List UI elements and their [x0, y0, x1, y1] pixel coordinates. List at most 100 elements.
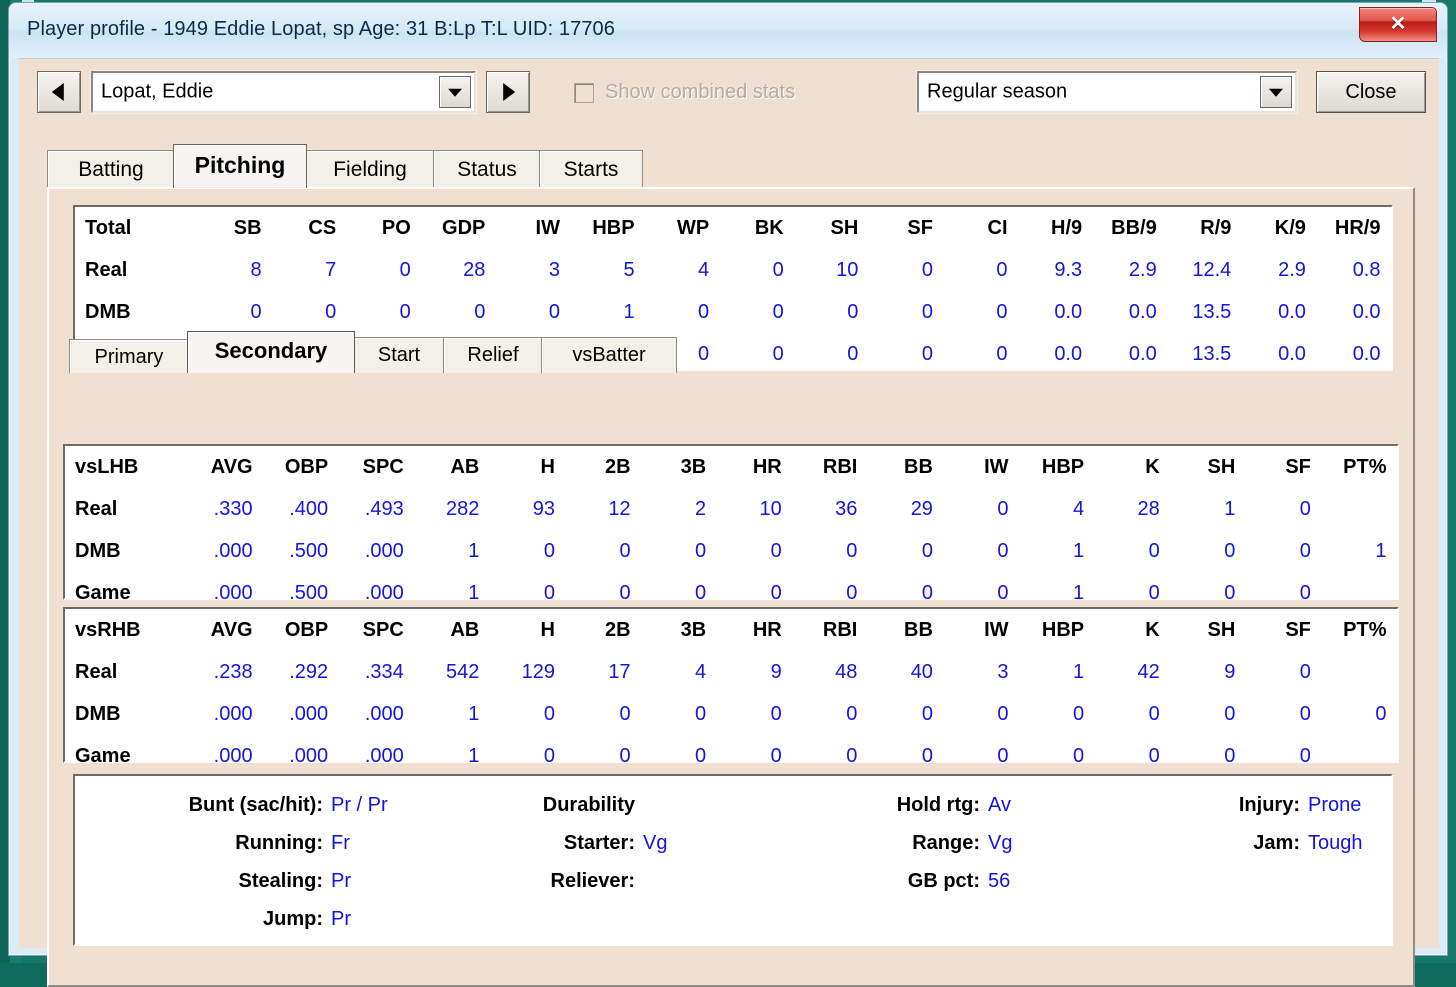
next-player-button[interactable] — [486, 71, 530, 113]
table-cell: 0 — [645, 530, 721, 572]
player-select-dropdown-button[interactable] — [439, 76, 471, 108]
table-cell: 0 — [1174, 735, 1250, 777]
table-cell: 0 — [425, 291, 500, 333]
column-header: R/9 — [1171, 207, 1246, 249]
table-cell: 0 — [947, 735, 1023, 777]
table-row: Real.238.292.33454212917494840314290 — [65, 651, 1401, 693]
table-cell: 0 — [947, 488, 1023, 530]
table-cell: 48 — [796, 651, 872, 693]
show-combined-stats-checkbox[interactable] — [574, 83, 594, 103]
table-cell: 13.5 — [1171, 291, 1246, 333]
rating-value: Pr — [331, 908, 351, 931]
subtab-label: vsBatter — [572, 344, 645, 366]
table-cell: 8 — [201, 249, 276, 291]
tab-status[interactable]: Status — [433, 150, 541, 188]
table-cell: 36 — [796, 488, 872, 530]
window-titlebar[interactable]: Player profile - 1949 Eddie Lopat, sp Ag… — [9, 3, 1447, 58]
client-area: Lopat, Eddie Show combined stats Regular… — [19, 58, 1439, 948]
table-cell: 0 — [276, 291, 351, 333]
previous-player-button[interactable] — [37, 71, 81, 113]
table-cell: 1 — [1023, 651, 1099, 693]
column-header: BB — [871, 609, 947, 651]
table-cell: 0 — [1249, 651, 1325, 693]
table-cell: .000 — [267, 693, 343, 735]
table-header-row: vsLHBAVGOBPSPCABH2B3BHRRBIBBIWHBPKSHSFPT… — [65, 446, 1401, 488]
column-header: SF — [1249, 609, 1325, 651]
tab-fielding[interactable]: Fielding — [305, 150, 435, 188]
table-cell: 5 — [574, 249, 649, 291]
table-cell: 28 — [1098, 488, 1174, 530]
season-select[interactable]: Regular season — [917, 71, 1297, 113]
table-cell: 0 — [947, 530, 1023, 572]
season-select-value: Regular season — [927, 81, 1067, 104]
table-cell: .238 — [191, 651, 267, 693]
player-profile-window: Player profile - 1949 Eddie Lopat, sp Ag… — [8, 2, 1448, 956]
vsrhb-stats-table-container: vsRHBAVGOBPSPCABH2B3BHRRBIBBIWHBPKSHSFPT… — [63, 607, 1399, 763]
player-select-value: Lopat, Eddie — [101, 81, 213, 104]
table-cell: .500 — [267, 530, 343, 572]
table-cell: 0.0 — [1096, 291, 1171, 333]
tab-starts[interactable]: Starts — [539, 150, 643, 188]
table-cell: 0.8 — [1320, 249, 1395, 291]
table-cell: 0 — [796, 735, 872, 777]
close-button[interactable]: Close — [1316, 71, 1426, 113]
table-cell: 0 — [947, 693, 1023, 735]
table-row: DMB000001000000.00.013.50.00.0 — [75, 291, 1395, 333]
table-cell: 0 — [649, 291, 724, 333]
table-corner-label: vsLHB — [65, 446, 191, 488]
column-header: SH — [1174, 446, 1250, 488]
table-cell: 4 — [649, 249, 724, 291]
table-cell: 9.3 — [1022, 249, 1097, 291]
table-cell: 0 — [1174, 530, 1250, 572]
table-cell: 0 — [720, 735, 796, 777]
rating-label: Jam: — [1253, 832, 1300, 854]
vslhb-stats-table-container: vsLHBAVGOBPSPCABH2B3BHRRBIBBIWHBPKSHSFPT… — [63, 444, 1399, 600]
table-cell: 0 — [798, 291, 873, 333]
column-header: IW — [947, 609, 1023, 651]
tab-batting[interactable]: Batting — [47, 150, 175, 188]
player-select[interactable]: Lopat, Eddie — [91, 71, 476, 113]
subtab-vsbatter[interactable]: vsBatter — [541, 337, 677, 373]
table-cell: 0.0 — [1022, 291, 1097, 333]
subtab-secondary[interactable]: Secondary — [187, 331, 355, 373]
table-cell: 17 — [569, 651, 645, 693]
season-select-dropdown-button[interactable] — [1260, 76, 1292, 108]
table-cell: 0 — [499, 291, 574, 333]
column-header: H/9 — [1022, 207, 1097, 249]
table-row: Real87028354010009.32.912.42.90.8 — [75, 249, 1395, 291]
table-header-row: TotalSBCSPOGDPIWHBPWPBKSHSFCIH/9BB/9R/9K… — [75, 207, 1395, 249]
table-row: Real.330.400.49328293122103629042810 — [65, 488, 1401, 530]
table-cell: 0 — [720, 693, 796, 735]
table-cell: 0 — [872, 291, 947, 333]
column-header: OBP — [267, 446, 343, 488]
column-header: SF — [872, 207, 947, 249]
column-header: WP — [649, 207, 724, 249]
table-cell — [1325, 651, 1401, 693]
tab-pitching[interactable]: Pitching — [173, 144, 307, 188]
window-close-icon[interactable]: ✕ — [1359, 7, 1437, 42]
column-header: CI — [947, 207, 1022, 249]
table-cell: 4 — [1023, 488, 1099, 530]
table-cell: 0 — [1098, 735, 1174, 777]
table-cell: 2.9 — [1096, 249, 1171, 291]
table-cell: 0 — [947, 249, 1022, 291]
column-header: BK — [723, 207, 798, 249]
column-header: RBI — [796, 446, 872, 488]
subtab-relief[interactable]: Relief — [443, 337, 543, 373]
column-header: SPC — [342, 609, 418, 651]
table-cell: 1 — [1023, 530, 1099, 572]
table-cell: 0 — [1023, 693, 1099, 735]
subtab-start[interactable]: Start — [353, 337, 445, 373]
column-header: HR — [720, 609, 796, 651]
table-cell: 93 — [493, 488, 569, 530]
vsrhb-stats-table: vsRHBAVGOBPSPCABH2B3BHRRBIBBIWHBPKSHSFPT… — [65, 609, 1401, 777]
left-arrow-icon — [52, 83, 64, 101]
table-cell: .000 — [342, 735, 418, 777]
table-cell: 0 — [723, 291, 798, 333]
table-cell: 0 — [569, 530, 645, 572]
rating-value: Prone — [1308, 794, 1361, 817]
table-cell — [1325, 735, 1401, 777]
table-cell: 542 — [418, 651, 494, 693]
subtab-primary[interactable]: Primary — [69, 339, 189, 373]
table-cell: 1 — [418, 693, 494, 735]
